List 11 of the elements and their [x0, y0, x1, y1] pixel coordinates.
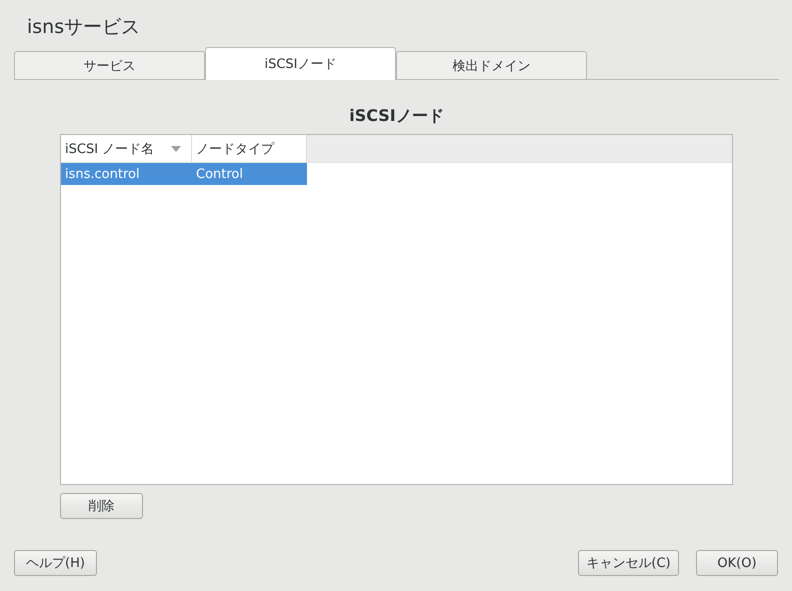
ok-button[interactable]: OK(O)	[696, 550, 778, 576]
tab[interactable]: iSCSIノード	[205, 47, 396, 80]
tab[interactable]: サービス	[14, 51, 205, 79]
tab[interactable]: 検出ドメイン	[396, 51, 587, 79]
cancel-button[interactable]: キャンセル(C)	[578, 550, 679, 576]
table-cell-text: isns.control	[64, 166, 141, 182]
window-title: isnsサービス	[26, 15, 142, 40]
delete-button[interactable]: 削除	[60, 493, 143, 519]
section-heading: iSCSIノード	[348, 106, 445, 126]
help-button[interactable]: ヘルプ(H)	[14, 550, 97, 576]
table-cell-text: Control	[195, 166, 244, 182]
